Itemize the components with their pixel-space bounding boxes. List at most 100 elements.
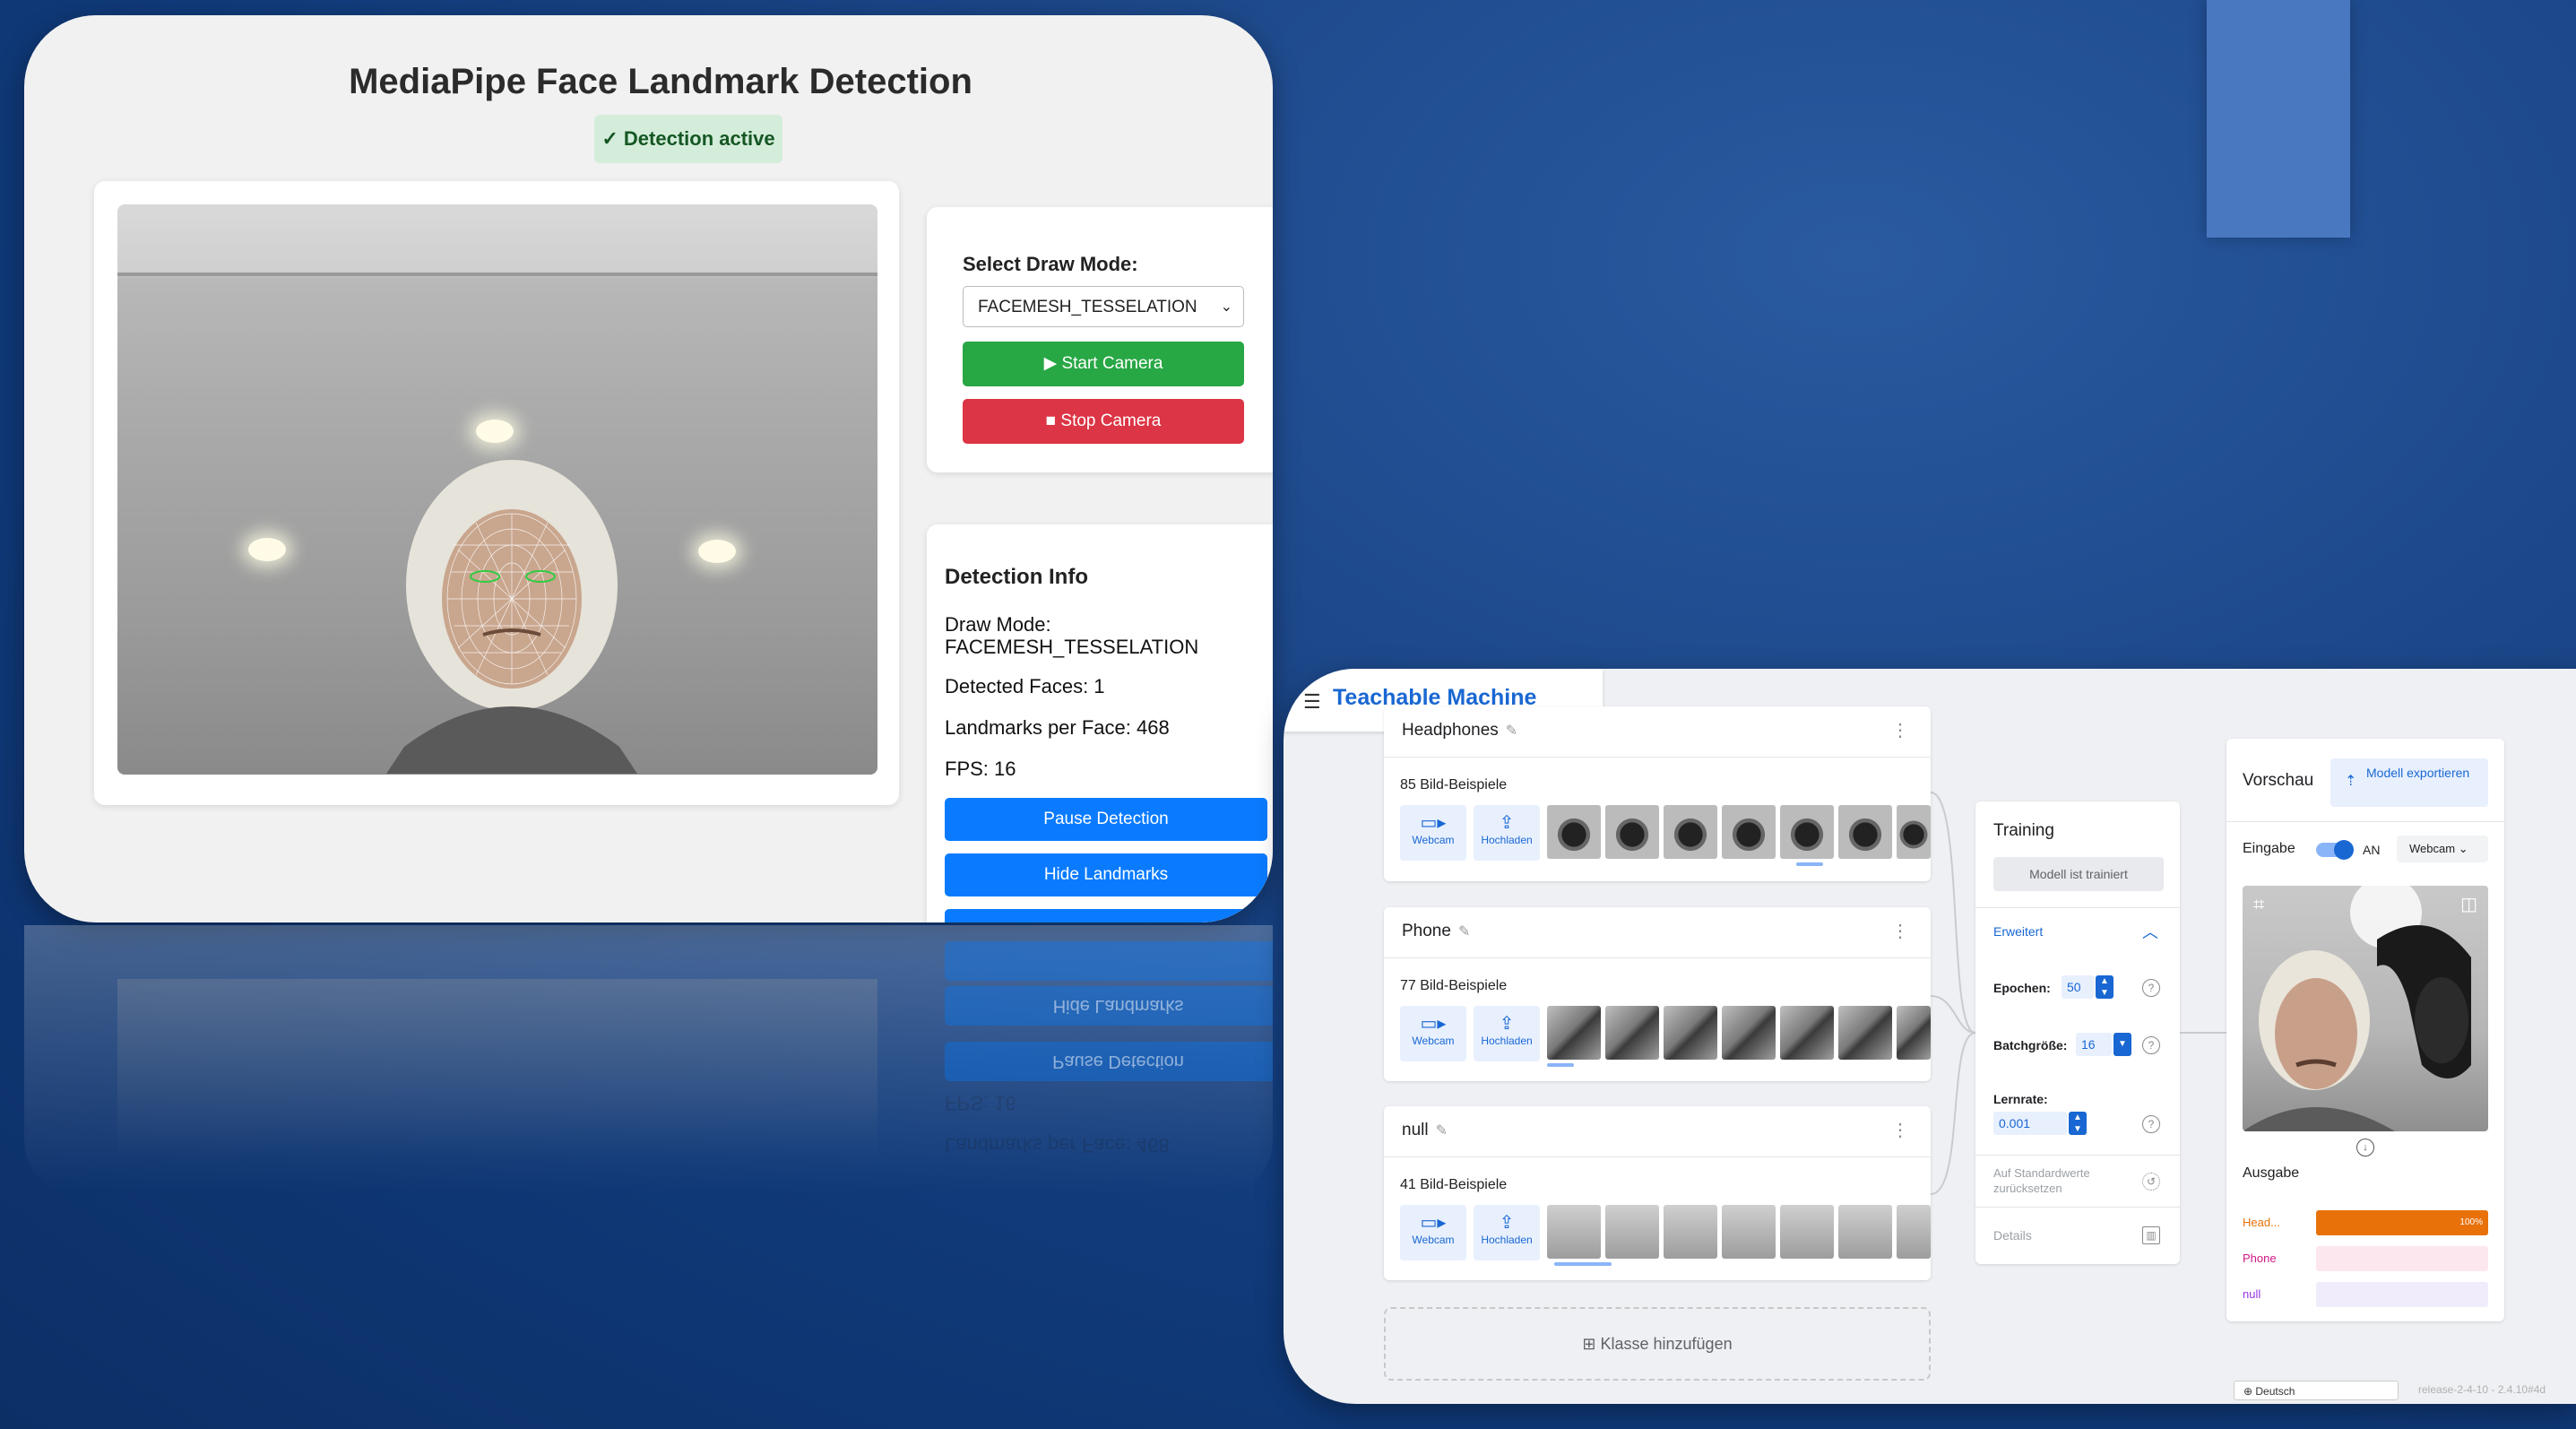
additional-button[interactable] xyxy=(945,909,1267,922)
chart-icon[interactable]: ▥ xyxy=(2142,1226,2160,1244)
sample-thumbnail[interactable] xyxy=(1838,1205,1892,1259)
teachable-machine-window: ☰ Teachable Machine Headphones ✎ ⋮ 85 Bil… xyxy=(1284,669,2576,1404)
input-source-select[interactable]: Webcam ⌄ xyxy=(2397,836,2488,862)
reset-defaults-button[interactable]: Auf Standardwerte zurücksetzen xyxy=(1993,1165,2119,1196)
status-badge: ✓ Detection active xyxy=(594,115,782,163)
output-class-label: null xyxy=(2243,1287,2261,1301)
draw-mode-value: FACEMESH_TESSELATION xyxy=(978,298,1197,316)
sample-thumbnail[interactable] xyxy=(1897,1006,1931,1060)
batch-size-dropdown[interactable]: ▼ xyxy=(2114,1033,2131,1056)
reflected-button xyxy=(945,941,1273,981)
landmarks-per-face: Landmarks per Face: 468 xyxy=(945,716,1170,739)
epochs-stepper[interactable]: ▲ ▼ xyxy=(2096,975,2114,999)
class-card-headphones: Headphones ✎ ⋮ 85 Bild-Beispiele ▭▸ Webcam… xyxy=(1384,706,1931,881)
learning-rate-stepper[interactable]: ▲ ▼ xyxy=(2069,1112,2087,1135)
training-title: Training xyxy=(1993,821,2054,840)
draw-mode-info-label: Draw Mode: xyxy=(945,613,1051,636)
sample-thumbnail[interactable] xyxy=(1897,805,1931,859)
sample-thumbnail[interactable] xyxy=(1664,1006,1717,1060)
class-name[interactable]: null ✎ xyxy=(1402,1121,1448,1140)
sample-thumbnail[interactable] xyxy=(1605,1205,1659,1259)
batch-size-label: Batchgröße: xyxy=(1993,1038,2068,1052)
webcam-preview: ⌗ ◫ xyxy=(2243,886,2488,1131)
upload-button[interactable]: ⇪ Hochladen xyxy=(1474,1006,1540,1061)
camera-feed xyxy=(117,204,877,775)
help-icon[interactable]: ? xyxy=(2142,1036,2160,1054)
input-toggle[interactable] xyxy=(2316,840,2354,860)
ceiling-edge xyxy=(117,273,877,276)
mediapipe-window: MediaPipe Face Landmark Detection ✓ Dete… xyxy=(24,15,1273,922)
crop-icon[interactable]: ⌗ xyxy=(2253,893,2264,916)
menu-icon[interactable]: ☰ xyxy=(1303,690,1321,714)
preview-title: Vorschau xyxy=(2243,771,2314,790)
sample-count: 85 Bild-Beispiele xyxy=(1400,777,1508,792)
sample-thumbnail[interactable] xyxy=(1780,1006,1834,1060)
batch-size-input[interactable]: 16 xyxy=(2076,1033,2112,1056)
sample-thumbnail[interactable] xyxy=(1780,805,1834,859)
output-confidence-percent: 100% xyxy=(2459,1217,2483,1227)
sample-thumbnail[interactable] xyxy=(1722,805,1776,859)
sample-thumbnail[interactable] xyxy=(1547,1205,1601,1259)
help-icon[interactable]: ? xyxy=(2142,979,2160,997)
train-model-button[interactable]: Modell ist trainiert xyxy=(1993,857,2164,891)
upload-button[interactable]: ⇪ Hochladen xyxy=(1474,1205,1540,1260)
pencil-icon[interactable]: ✎ xyxy=(1506,723,1517,739)
pencil-icon[interactable]: ✎ xyxy=(1458,924,1470,940)
export-model-button[interactable]: ⇡ Modell exportieren xyxy=(2330,758,2488,807)
webcam-button[interactable]: ▭▸ Webcam xyxy=(1400,1006,1466,1061)
pause-detection-button[interactable]: Pause Detection xyxy=(945,798,1267,841)
more-options-icon[interactable]: ⋮ xyxy=(1891,719,1909,741)
chevron-down-icon: ⌄ xyxy=(2458,842,2468,855)
flip-icon[interactable]: ◫ xyxy=(2460,893,2477,915)
chevron-up-icon[interactable]: ︿ xyxy=(2142,920,2158,943)
sample-thumbnail[interactable] xyxy=(1664,805,1717,859)
thumbnail-scrollbar[interactable] xyxy=(1796,862,1823,866)
upload-icon: ⇪ xyxy=(1499,1014,1515,1034)
output-confidence-bar xyxy=(2316,1246,2488,1271)
input-label: Eingabe xyxy=(2243,841,2295,856)
reflected-hide-button: Hide Landmarks xyxy=(945,986,1273,1026)
history-icon[interactable]: ↺ xyxy=(2142,1173,2160,1191)
more-options-icon[interactable]: ⋮ xyxy=(1891,1119,1909,1141)
upload-button[interactable]: ⇪ Hochladen xyxy=(1474,805,1540,861)
start-camera-button[interactable]: ▶ Start Camera xyxy=(963,342,1244,386)
learning-rate-input[interactable]: 0.001 xyxy=(1993,1112,2067,1135)
sample-thumbnail[interactable] xyxy=(1664,1205,1717,1259)
webcam-button[interactable]: ▭▸ Webcam xyxy=(1400,805,1466,861)
thumbnail-scrollbar[interactable] xyxy=(1547,1063,1574,1067)
sample-thumbnail[interactable] xyxy=(1605,1006,1659,1060)
thumbnail-scrollbar[interactable] xyxy=(1554,1262,1612,1266)
fps-readout: FPS: 16 xyxy=(945,758,1016,780)
hide-landmarks-button[interactable]: Hide Landmarks xyxy=(945,853,1267,896)
reflected-fps: FPS: 16 xyxy=(945,1092,1016,1114)
help-icon[interactable]: ? xyxy=(2142,1115,2160,1133)
epochs-input[interactable]: 50 xyxy=(2062,975,2094,999)
webcam-button[interactable]: ▭▸ Webcam xyxy=(1400,1205,1466,1260)
sample-thumbnail[interactable] xyxy=(1838,1006,1892,1060)
face-mesh-overlay xyxy=(386,460,637,774)
sample-thumbnail[interactable] xyxy=(1838,805,1892,859)
add-class-button[interactable]: ⊞ Klasse hinzufügen xyxy=(1384,1307,1931,1381)
page-title: MediaPipe Face Landmark Detection xyxy=(349,62,972,101)
language-select[interactable]: ⊕ Deutsch xyxy=(2234,1381,2399,1400)
sample-thumbnail[interactable] xyxy=(1780,1205,1834,1259)
sample-thumbnail[interactable] xyxy=(1722,1006,1776,1060)
stop-camera-button[interactable]: ■ Stop Camera xyxy=(963,399,1244,444)
sample-thumbnail[interactable] xyxy=(1897,1205,1931,1259)
sample-thumbnail[interactable] xyxy=(1605,805,1659,859)
detected-faces: Detected Faces: 1 xyxy=(945,675,1105,697)
sample-thumbnail[interactable] xyxy=(1722,1205,1776,1259)
output-confidence-bar xyxy=(2316,1282,2488,1307)
draw-mode-select[interactable]: FACEMESH_TESSELATION ⌄ xyxy=(963,286,1244,327)
advanced-toggle[interactable]: Erweitert xyxy=(1993,924,2043,939)
class-name[interactable]: Phone ✎ xyxy=(1402,922,1470,941)
output-confidence-bar: 100% xyxy=(2316,1210,2488,1235)
class-name[interactable]: Headphones ✎ xyxy=(1402,721,1517,740)
training-panel: Training Modell ist trainiert Erweitert … xyxy=(1975,801,2180,1264)
details-link[interactable]: Details xyxy=(1993,1228,2032,1243)
pencil-icon[interactable]: ✎ xyxy=(1436,1123,1448,1139)
more-options-icon[interactable]: ⋮ xyxy=(1891,920,1909,942)
chevron-down-icon: ⌄ xyxy=(1220,299,1232,315)
sample-thumbnail[interactable] xyxy=(1547,805,1601,859)
sample-thumbnail[interactable] xyxy=(1547,1006,1601,1060)
